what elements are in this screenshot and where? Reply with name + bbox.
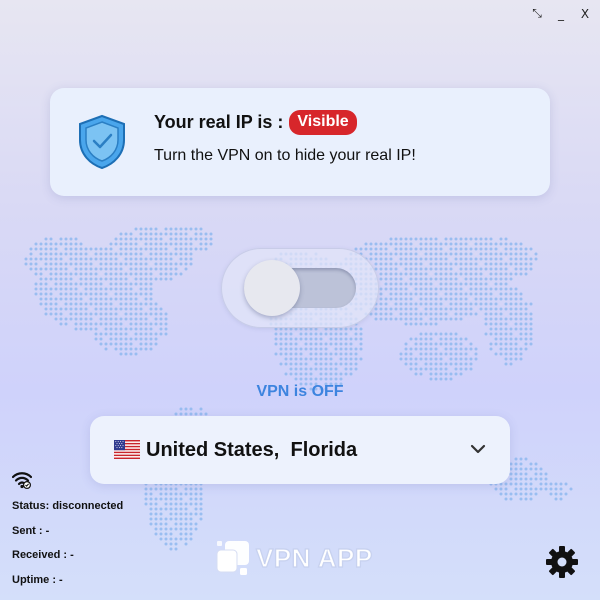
vpn-toggle-knob[interactable]: [244, 260, 300, 316]
minimize-button[interactable]: _: [554, 7, 568, 21]
gear-icon[interactable]: [545, 545, 579, 579]
us-flag-icon: [114, 440, 140, 459]
ip-title: Your real IP is : Visible: [154, 110, 357, 135]
ip-title-label: Your real IP is :: [154, 112, 284, 132]
vpn-status-text: VPN is OFF: [256, 383, 344, 400]
ip-visibility-badge: Visible: [289, 110, 357, 135]
received-bytes: Received : -: [12, 549, 74, 561]
app-name: VPN APP: [255, 542, 373, 573]
window-controls: ⤡ _ X: [530, 6, 592, 21]
selected-location: United States, Florida: [146, 439, 358, 461]
ip-hint-text: Turn the VPN on to hide your real IP!: [154, 147, 416, 164]
wifi-icon: [12, 472, 32, 489]
location-selector[interactable]: United States, Florida: [90, 416, 510, 484]
sent-bytes: Sent : -: [12, 525, 50, 537]
chevron-down-icon[interactable]: [470, 443, 486, 455]
shield-check-icon: [79, 114, 125, 170]
restore-button[interactable]: ⤡: [530, 6, 544, 21]
close-button[interactable]: X: [578, 7, 592, 21]
uptime: Uptime : -: [12, 574, 63, 586]
ip-status-card: Your real IP is : Visible Turn the VPN o…: [50, 88, 550, 196]
app-logo: VPN APP: [216, 540, 373, 576]
connection-status: Status: disconnected: [12, 500, 124, 512]
logo-mark-icon: [216, 541, 249, 575]
